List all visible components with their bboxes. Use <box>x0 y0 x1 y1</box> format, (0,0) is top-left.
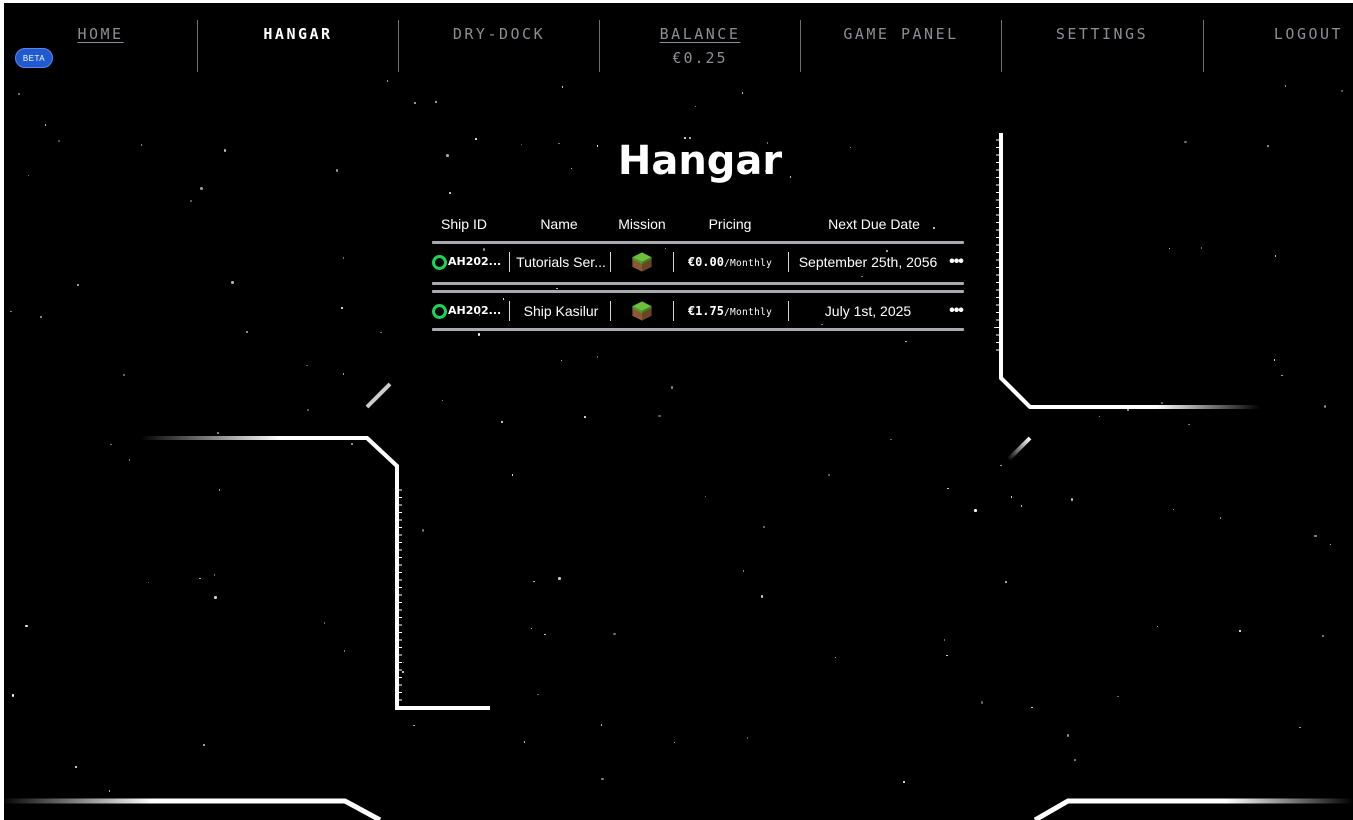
price-period: /Monthly <box>723 307 773 318</box>
ship-price: €1.75/Monthly <box>678 293 782 329</box>
ship-price: €0.00/Monthly <box>678 244 782 280</box>
header-next-due-date: Next Due Date <box>828 216 920 232</box>
price-amount: €0.00 <box>687 255 724 269</box>
header-ship-id: Ship ID <box>441 216 487 232</box>
nav-logout-label: LOGOUT <box>1273 25 1344 43</box>
nav-drydock-label: DRY-DOCK <box>452 25 546 43</box>
header-pricing: Pricing <box>708 216 752 232</box>
table-row[interactable]: AH202... Tutorials Ser... €0.00/Monthly … <box>432 244 964 280</box>
nav-balance-label: BALANCE <box>659 25 741 43</box>
next-due-date: September 25th, 2056 <box>798 254 938 270</box>
status-online-icon <box>432 304 447 319</box>
header-mission: Mission <box>618 216 666 232</box>
cell-divider <box>673 252 674 272</box>
more-options-icon[interactable]: ••• <box>942 244 970 280</box>
nav-hangar[interactable]: HANGAR <box>198 3 398 73</box>
table-divider <box>432 328 964 331</box>
table-row[interactable]: AH202... Ship Kasilur €1.75/Monthly July… <box>432 293 964 329</box>
nav-game-panel[interactable]: GAME PANEL <box>801 3 1001 73</box>
table-divider <box>432 282 964 285</box>
page-title: Hangar <box>617 138 783 184</box>
ships-table: Ship ID Name Mission Pricing Next Due Da… <box>432 210 964 331</box>
ship-name: Ship Kasilur <box>523 303 599 319</box>
status-online-icon <box>432 255 447 270</box>
price-amount: €1.75 <box>687 304 724 318</box>
nav-home-label: HOME <box>77 25 124 43</box>
nav-settings-label: SETTINGS <box>1055 25 1149 43</box>
ship-id: AH202... <box>448 304 502 317</box>
header-name: Name <box>540 216 578 232</box>
nav-game-panel-label: GAME PANEL <box>843 25 959 43</box>
hangar-frame-decoration <box>0 131 1353 820</box>
cell-divider <box>788 252 789 272</box>
ship-name: Tutorials Ser... <box>516 254 606 270</box>
cell-divider <box>788 301 789 321</box>
cell-divider <box>673 301 674 321</box>
minecraft-grass-block-icon <box>632 301 652 321</box>
next-due-date: July 1st, 2025 <box>824 303 912 319</box>
top-navigation: HOME HANGAR DRY-DOCK BALANCE €0.25 GAME … <box>4 3 1353 75</box>
nav-drydock[interactable]: DRY-DOCK <box>399 3 599 73</box>
price-period: /Monthly <box>723 258 773 269</box>
cell-divider <box>509 252 510 272</box>
nav-hangar-label: HANGAR <box>263 25 333 43</box>
balance-amount: €0.25 <box>672 49 728 67</box>
cell-divider <box>509 301 510 321</box>
nav-logout[interactable]: LOGOUT <box>1204 3 1353 73</box>
cell-divider <box>610 301 611 321</box>
more-options-icon[interactable]: ••• <box>942 293 970 329</box>
nav-balance[interactable]: BALANCE €0.25 <box>600 3 800 73</box>
beta-badge: BETA <box>15 48 53 68</box>
nav-settings[interactable]: SETTINGS <box>1002 3 1202 73</box>
table-header: Ship ID Name Mission Pricing Next Due Da… <box>432 210 964 240</box>
ship-id: AH202... <box>448 255 502 268</box>
cell-divider <box>610 252 611 272</box>
minecraft-grass-block-icon <box>632 252 652 272</box>
